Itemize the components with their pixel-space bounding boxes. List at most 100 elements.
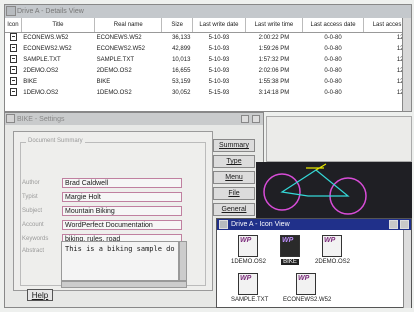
col-header-last-write-date[interactable]: Last write date — [192, 18, 246, 33]
cell-write-time: 1:55:38 PM — [258, 78, 290, 85]
icon-label: ECONEWS2.W52 — [283, 297, 332, 303]
cell-title: BIKE — [23, 78, 37, 85]
tab-general[interactable]: General — [213, 203, 255, 216]
abstract-textarea[interactable]: This is a biking sample do — [61, 241, 179, 281]
maximize-button[interactable] — [400, 220, 409, 229]
icon-label: SAMPLE.TXT — [231, 297, 269, 303]
minimize-button[interactable] — [241, 115, 249, 123]
file-icon-sample[interactable]: WP SAMPLE.TXT — [231, 273, 269, 303]
details-vertical-scrollbar[interactable] — [402, 18, 411, 111]
cell-write-date: 5-10-93 — [208, 34, 230, 41]
file-icon-bike[interactable]: WP BIKE — [273, 235, 307, 265]
cell-size: 10,013 — [172, 56, 191, 63]
cell-title: SAMPLE.TXT — [23, 56, 61, 63]
cell-write-time: 3:14:18 PM — [258, 89, 290, 96]
icon-label: 1DEMO.OS2 — [231, 259, 267, 265]
author-field[interactable]: Brad Caldwell — [62, 178, 182, 188]
icon-view-titlebar[interactable]: Drive A - Icon View — [217, 219, 411, 230]
minimize-button[interactable] — [389, 220, 398, 229]
group-title: Document Summary — [26, 138, 85, 144]
abstract-horizontal-scrollbar[interactable] — [61, 281, 187, 288]
cell-real-name: ECONEWS.W52 — [96, 34, 142, 41]
cell-title: 1DEMO.OS2 — [23, 89, 59, 96]
icon-view-window-buttons — [389, 220, 409, 229]
document-icon — [9, 87, 17, 96]
cell-access-date: 0-0-80 — [324, 89, 342, 96]
tab-type[interactable]: Type — [213, 155, 255, 168]
wordperfect-doc-icon: WP — [238, 235, 258, 257]
field-label: Abstract — [22, 248, 45, 254]
cell-access-date: 0-0-80 — [324, 45, 342, 52]
subject-field[interactable]: Mountain Biking — [62, 206, 182, 216]
col-header-icon[interactable]: Icon — [5, 18, 22, 33]
cell-write-date: 5-15-93 — [208, 89, 230, 96]
wordperfect-doc-icon: WP — [296, 273, 316, 295]
cell-real-name: SAMPLE.TXT — [96, 56, 134, 63]
file-icon-1demo[interactable]: WP 1DEMO.OS2 — [231, 235, 267, 265]
wordperfect-doc-icon: WP — [280, 235, 300, 257]
icon-view-title: Drive A - Icon View — [231, 221, 290, 228]
field-label: Typist — [22, 194, 38, 200]
field-label: Keywords — [22, 236, 49, 242]
settings-system-menu-icon[interactable] — [6, 114, 15, 123]
settings-titlebar[interactable]: BIKE - Settings — [5, 113, 263, 125]
tab-file[interactable]: File — [213, 187, 255, 200]
row-icon-cell — [5, 87, 21, 98]
table-row[interactable]: BIKEBIKE53,1595-10-931:55:38 PM0-0-8012:… — [5, 76, 411, 87]
col-header-last-access-date[interactable]: Last access date — [302, 18, 365, 33]
cell-write-date: 5-10-93 — [208, 78, 230, 85]
table-row[interactable]: SAMPLE.TXT SAMPLE.TXT 10,013 5-10-93 1:57:32… — [5, 54, 411, 65]
cell-real-name: BIKE — [96, 78, 111, 85]
col-header-size[interactable]: Size — [161, 18, 193, 33]
field-row-subject: Subject Mountain Biking — [22, 206, 182, 216]
cell-size: 30,052 — [172, 89, 191, 96]
icon-view-system-menu-icon[interactable] — [219, 220, 228, 229]
field-row-account: Account WordPerfect Documentation — [22, 220, 182, 230]
tab-summary[interactable]: Summary — [213, 139, 255, 152]
table-row[interactable]: 1DEMO.OS2 1DEMO.OS2 30,052 5-15-93 3:14:18 P… — [5, 87, 411, 98]
abstract-vertical-scrollbar[interactable] — [179, 241, 187, 281]
account-field[interactable]: WordPerfect Documentation — [62, 220, 182, 230]
col-header-real-name[interactable]: Real name — [94, 18, 163, 33]
table-row[interactable]: ECONEWS2.W52 ECONEWS2.W52 42,899 5-10-93 1:5… — [5, 43, 411, 54]
row-icon-cell — [5, 65, 21, 76]
icon-view-window: Drive A - Icon View WP 1DEMO.OS2 WP BIKE… — [216, 218, 412, 308]
cell-write-date: 5-10-93 — [208, 67, 230, 74]
cell-access-date: 0-0-80 — [324, 34, 342, 41]
field-label: Account — [22, 222, 44, 228]
cell-access-date: 0-0-80 — [324, 56, 342, 63]
details-view-titlebar[interactable]: Drive A - Details View — [5, 5, 411, 18]
wordperfect-doc-icon: WP — [322, 235, 342, 257]
maximize-button[interactable] — [252, 115, 260, 123]
system-menu-icon[interactable] — [6, 6, 16, 16]
table-row[interactable]: 2DEMO.OS2 2DEMO.OS2 16,655 5-10-93 2:02:06 P… — [5, 65, 411, 76]
wordperfect-doc-icon: WP — [238, 273, 258, 295]
cell-title: ECONEWS2.W52 — [23, 45, 72, 52]
icon-label: BIKE — [281, 259, 299, 265]
icon-label: 2DEMO.OS2 — [315, 259, 351, 265]
cell-size: 16,655 — [172, 67, 191, 74]
col-header-title[interactable]: Title — [21, 18, 96, 33]
typist-field[interactable]: Margie Holt — [62, 192, 182, 202]
desktop: Drive A - Details View Icon Title Real n… — [0, 0, 414, 312]
table-header-row: Icon Title Real name Size Last write dat… — [5, 18, 411, 33]
cell-size: 53,159 — [172, 78, 191, 85]
document-icon — [9, 65, 17, 74]
cell-write-time: 2:00:22 PM — [258, 34, 290, 41]
cell-write-time: 2:02:06 PM — [258, 67, 290, 74]
field-row-author: Author Brad Caldwell — [22, 178, 182, 188]
cell-title: 2DEMO.OS2 — [23, 67, 59, 74]
details-view-window: Drive A - Details View Icon Title Real n… — [4, 4, 412, 112]
tab-menu[interactable]: Menu — [213, 171, 255, 184]
field-label: Author — [22, 180, 40, 186]
file-icon-2demo[interactable]: WP 2DEMO.OS2 — [315, 235, 351, 265]
cell-size: 42,899 — [172, 45, 191, 52]
col-header-last-write-time[interactable]: Last write time — [245, 18, 303, 33]
document-icon — [9, 76, 17, 85]
settings-title: BIKE - Settings — [17, 115, 65, 123]
file-icon-econews2[interactable]: WP ECONEWS2.W52 — [283, 273, 332, 303]
row-icon-cell — [5, 76, 21, 87]
help-button[interactable]: Help — [27, 289, 53, 301]
table-row[interactable]: ECONEWS.W52 ECONEWS.W52 36,133 5-10-93 2:00:… — [5, 32, 411, 43]
icon-view-vertical-scrollbar[interactable] — [403, 230, 411, 308]
